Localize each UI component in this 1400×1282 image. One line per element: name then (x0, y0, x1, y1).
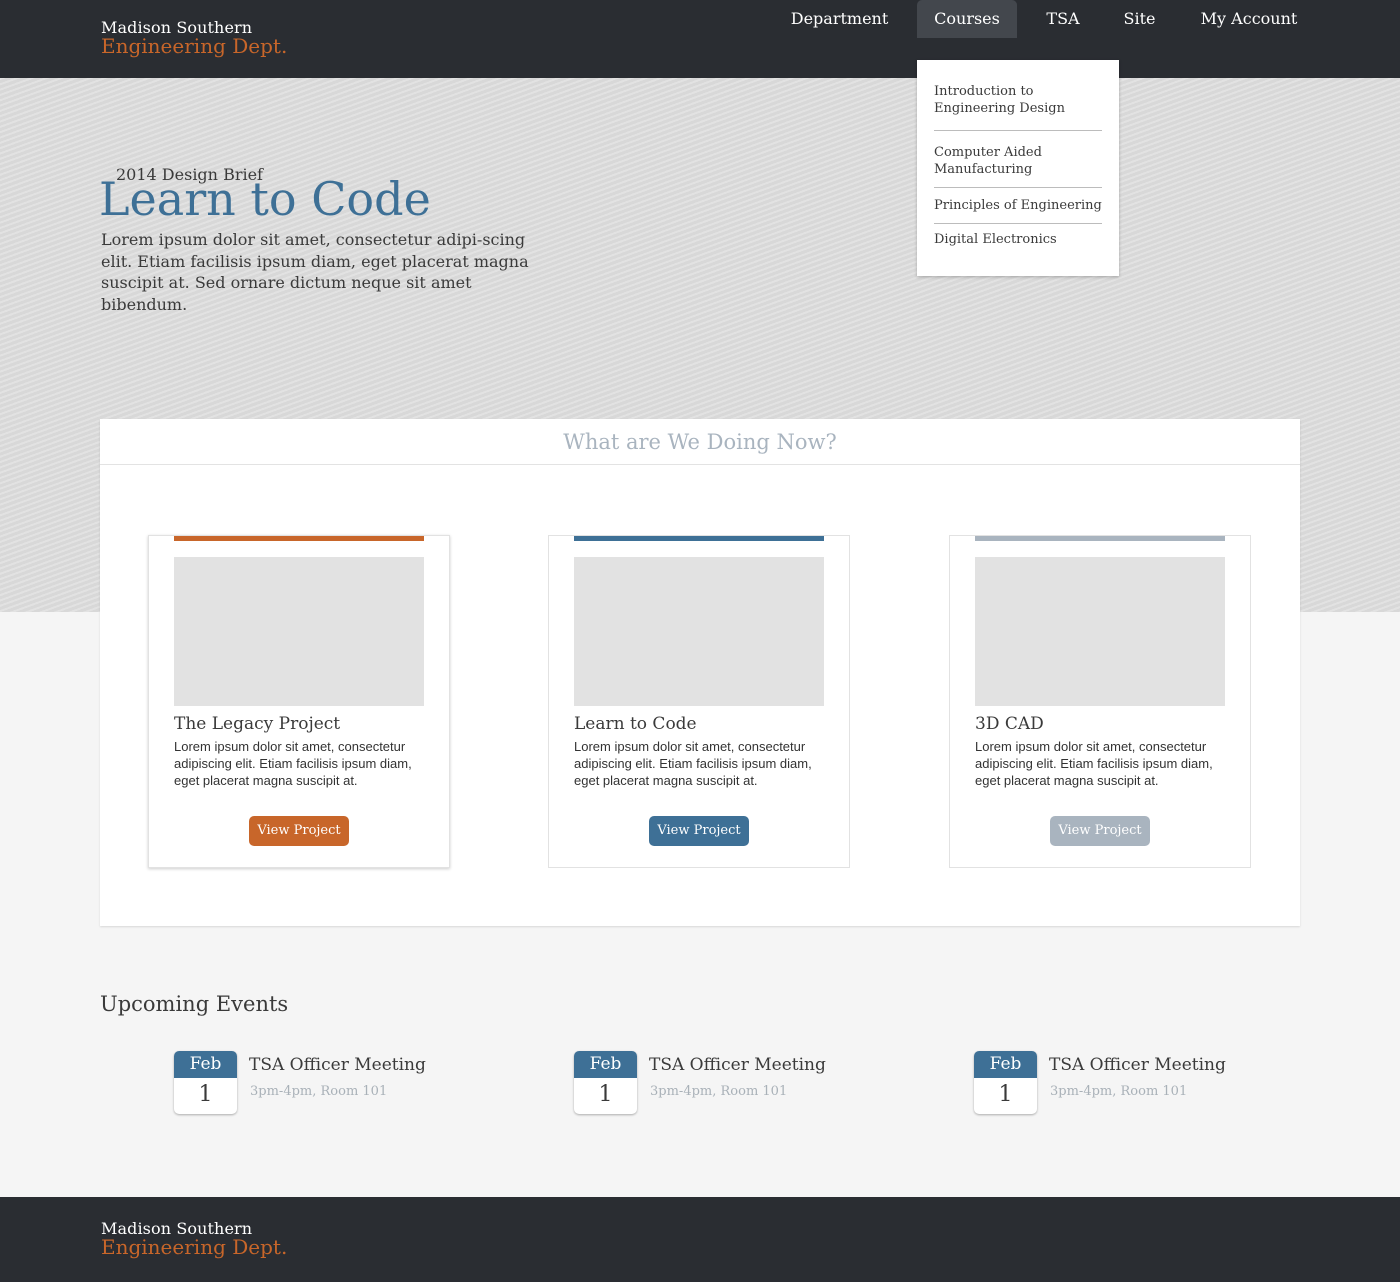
card-image-placeholder (174, 557, 424, 706)
event-title: TSA Officer Meeting (649, 1055, 826, 1075)
hero-title: Learn to Code (99, 172, 431, 226)
courses-dropdown-menu: Introduction to Engineering Design Compu… (917, 60, 1119, 276)
footer: Madison Southern Engineering Dept. (0, 1197, 1400, 1282)
card-accent-bar (174, 536, 424, 541)
calendar-date-badge: Feb 1 (574, 1051, 637, 1114)
event-details: 3pm-4pm, Room 101 (1050, 1084, 1188, 1099)
event-day: 1 (998, 1082, 1013, 1107)
nav-tsa[interactable]: TSA (1035, 0, 1091, 38)
card-image-placeholder (574, 557, 824, 706)
view-project-button[interactable]: View Project (249, 816, 349, 846)
projects-heading: What are We Doing Now? (100, 419, 1300, 465)
card-description: Lorem ipsum dolor sit amet, consectetur … (975, 739, 1213, 788)
event-month: Feb (974, 1051, 1037, 1078)
card-title: Learn to Code (574, 714, 697, 734)
event-title: TSA Officer Meeting (249, 1055, 426, 1075)
project-card: The Legacy Project Lorem ipsum dolor sit… (148, 535, 450, 868)
footer-logo[interactable]: Madison Southern Engineering Dept. (101, 1221, 288, 1259)
view-project-button[interactable]: View Project (1050, 816, 1150, 846)
logo-line-2: Engineering Dept. (101, 34, 288, 58)
logo-line-2: Engineering Dept. (101, 1235, 288, 1259)
events-heading: Upcoming Events (100, 992, 289, 1016)
view-project-button[interactable]: View Project (649, 816, 749, 846)
card-description: Lorem ipsum dolor sit amet, consectetur … (574, 739, 812, 788)
card-title: The Legacy Project (174, 714, 341, 734)
calendar-date-badge: Feb 1 (174, 1051, 237, 1114)
event-day: 1 (198, 1082, 213, 1107)
event-title: TSA Officer Meeting (1049, 1055, 1226, 1075)
site-logo[interactable]: Madison Southern Engineering Dept. (101, 20, 288, 58)
event-item[interactable]: Feb 1 TSA Officer Meeting 3pm-4pm, Room … (974, 1051, 1274, 1115)
event-details: 3pm-4pm, Room 101 (650, 1084, 788, 1099)
hero-body: Lorem ipsum dolor sit amet, consectetur … (101, 230, 529, 314)
event-item[interactable]: Feb 1 TSA Officer Meeting 3pm-4pm, Room … (574, 1051, 874, 1115)
card-image-placeholder (975, 557, 1225, 706)
event-month: Feb (174, 1051, 237, 1078)
top-navbar: Madison Southern Engineering Dept. Depar… (0, 0, 1400, 78)
event-item[interactable]: Feb 1 TSA Officer Meeting 3pm-4pm, Room … (174, 1051, 474, 1115)
menu-item-computer-aided-manufacturing[interactable]: Computer Aided Manufacturing (934, 144, 1102, 178)
menu-item-digital-electronics[interactable]: Digital Electronics (934, 231, 1102, 248)
nav-my-account[interactable]: My Account (1186, 0, 1312, 38)
card-description: Lorem ipsum dolor sit amet, consectetur … (174, 739, 412, 788)
menu-divider (934, 130, 1102, 131)
menu-item-intro-engineering-design[interactable]: Introduction to Engineering Design (934, 83, 1102, 117)
menu-item-principles-of-engineering[interactable]: Principles of Engineering (934, 197, 1109, 214)
project-card: Learn to Code Lorem ipsum dolor sit amet… (548, 535, 850, 868)
menu-divider (934, 223, 1102, 224)
projects-panel: What are We Doing Now? The Legacy Projec… (100, 419, 1300, 926)
card-title: 3D CAD (975, 714, 1044, 734)
event-day: 1 (598, 1082, 613, 1107)
nav-courses[interactable]: Courses (917, 0, 1017, 38)
event-details: 3pm-4pm, Room 101 (250, 1084, 388, 1099)
nav-site[interactable]: Site (1111, 0, 1168, 38)
calendar-date-badge: Feb 1 (974, 1051, 1037, 1114)
menu-divider (934, 187, 1102, 188)
card-accent-bar (574, 536, 824, 541)
card-accent-bar (975, 536, 1225, 541)
event-month: Feb (574, 1051, 637, 1078)
project-card: 3D CAD Lorem ipsum dolor sit amet, conse… (949, 535, 1251, 868)
nav-department[interactable]: Department (776, 0, 903, 38)
